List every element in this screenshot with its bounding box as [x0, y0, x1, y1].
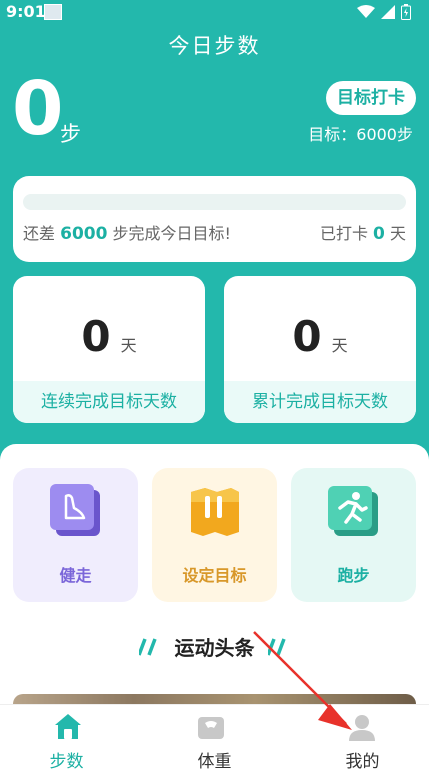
progress-card: 还差 6000 步完成今日目标! 已打卡 0 天 — [13, 176, 416, 262]
tab-steps[interactable]: 步数 — [0, 705, 143, 771]
bottom-tab-bar: 步数 体重 我的 — [0, 704, 429, 771]
set-goal-feature-label: 设定目标 — [182, 566, 247, 585]
consecutive-days-card[interactable]: 0天 连续完成目标天数 — [13, 276, 205, 423]
tab-weight-label: 体重 — [197, 752, 232, 771]
sports-news-title: 运动头条 — [174, 636, 255, 660]
battery-icon — [401, 4, 411, 20]
tab-profile-label: 我的 — [345, 752, 380, 771]
home-icon — [55, 714, 81, 739]
remaining-steps-value: 6000 — [60, 224, 108, 244]
set-goal-feature-card[interactable]: 设定目标 — [152, 468, 277, 602]
slash-decoration-icon — [267, 637, 286, 656]
daily-goal-text: 目标：6000步 — [308, 125, 413, 144]
sports-news-header: 运动头条 — [0, 632, 429, 664]
tab-weight[interactable]: 体重 — [143, 705, 286, 771]
consecutive-days-unit: 天 — [120, 336, 137, 355]
step-count-value: 0 — [12, 66, 64, 152]
total-days-value: 0 — [292, 312, 322, 361]
status-bar: 9:01 — [0, 0, 429, 26]
checkin-days-value: 0 — [373, 224, 385, 244]
walk-feature-card[interactable]: 健走 — [13, 468, 138, 602]
remaining-steps-text: 还差 6000 步完成今日目标! — [23, 224, 231, 244]
scale-icon — [198, 717, 224, 739]
consecutive-days-label: 连续完成目标天数 — [13, 381, 205, 423]
signal-icon — [381, 5, 395, 19]
status-time: 9:01 — [6, 2, 46, 21]
goal-flag-icon — [191, 488, 239, 536]
tab-profile[interactable]: 我的 — [286, 705, 429, 771]
checkin-days-text: 已打卡 0 天 — [319, 224, 406, 244]
wifi-icon — [357, 5, 375, 18]
running-person-icon — [328, 486, 378, 536]
tab-steps-label: 步数 — [49, 752, 84, 771]
goal-checkin-button[interactable]: 目标打卡 — [326, 81, 416, 115]
step-count-unit: 步 — [60, 122, 81, 146]
run-feature-card[interactable]: 跑步 — [291, 468, 416, 602]
slash-decoration-icon — [139, 637, 158, 656]
consecutive-days-value: 0 — [81, 312, 111, 361]
total-days-label: 累计完成目标天数 — [224, 381, 416, 423]
total-days-card[interactable]: 0天 累计完成目标天数 — [224, 276, 416, 423]
run-feature-label: 跑步 — [337, 566, 370, 585]
walk-shoe-icon — [50, 484, 100, 536]
walk-feature-label: 健走 — [59, 566, 92, 585]
step-progress-bar — [23, 194, 406, 210]
notification-thumbnail-icon — [44, 4, 62, 20]
user-icon — [349, 715, 375, 741]
page-title: 今日步数 — [168, 34, 261, 58]
total-days-unit: 天 — [331, 336, 348, 355]
